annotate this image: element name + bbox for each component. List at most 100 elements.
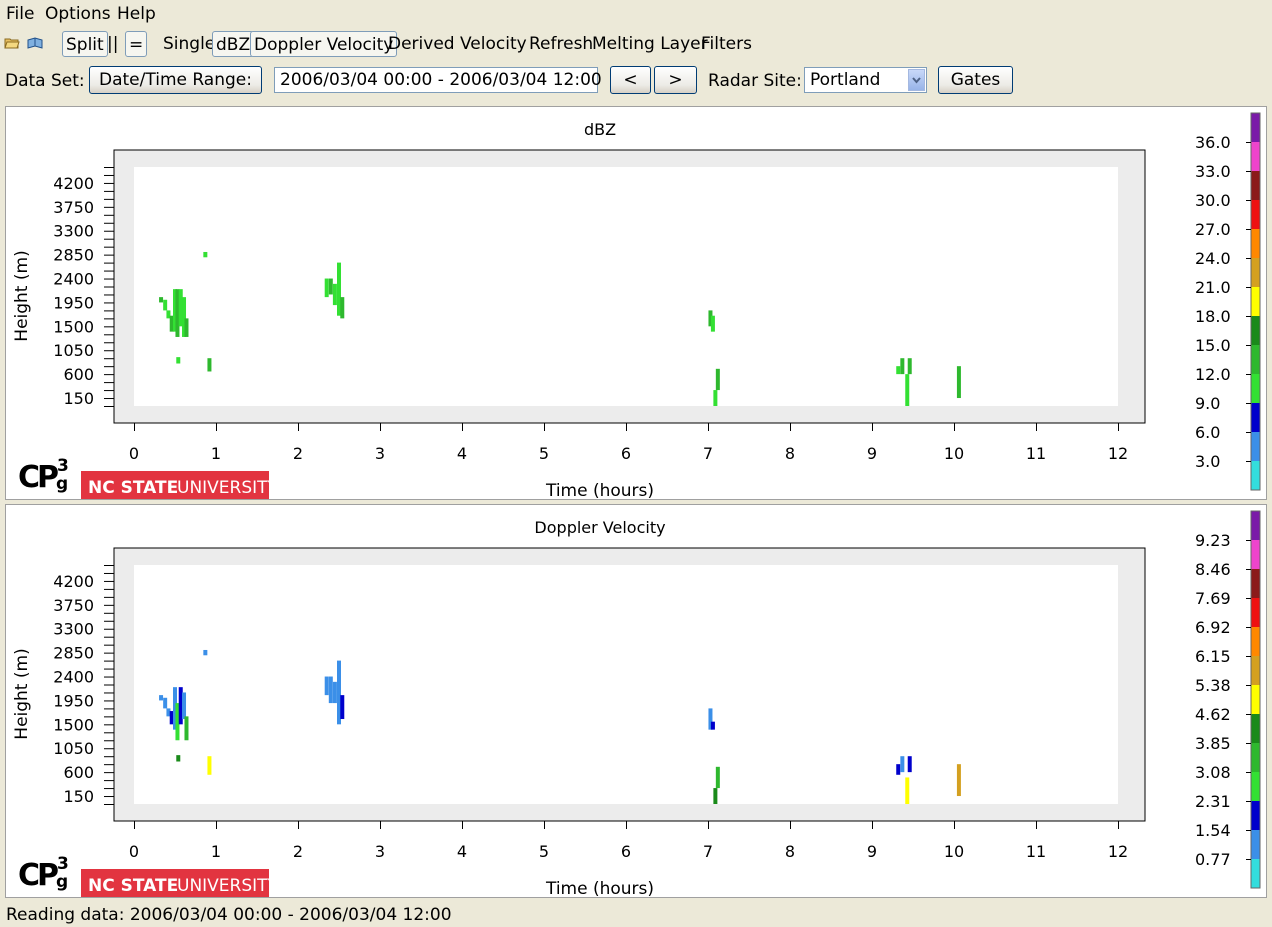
radar-site-select[interactable]: Portland — [804, 67, 927, 93]
data-cell — [900, 358, 905, 375]
split-button[interactable]: Split — [62, 31, 108, 57]
data-cell — [956, 366, 961, 399]
data-cell — [176, 755, 181, 762]
open-book-icon[interactable] — [27, 36, 43, 50]
open-folder-icon[interactable] — [4, 36, 20, 50]
data-cell — [715, 766, 720, 789]
colorbar-label: 2.31 — [1195, 792, 1231, 811]
stacked-button[interactable]: = — [125, 31, 148, 57]
data-cell — [896, 366, 901, 375]
y-tick-label: 600 — [63, 365, 94, 384]
colorbar-segment — [1251, 403, 1260, 432]
doppler-velocity-chart: Doppler Velocity150600105015001950240028… — [12, 510, 1261, 899]
ncsu-logo-university: UNIVERSITY — [177, 478, 279, 498]
x-tick-label: 11 — [1026, 842, 1046, 861]
y-tick-label: 2850 — [53, 644, 94, 663]
data-cell — [328, 676, 333, 704]
data-cell — [207, 756, 212, 775]
colorbar-label: 3.08 — [1195, 763, 1231, 782]
date-time-range-button[interactable]: Date/Time Range: — [89, 66, 262, 94]
x-tick-label: 0 — [129, 444, 139, 463]
y-axis-label: Height (m) — [12, 250, 32, 341]
colorbar-segment — [1251, 374, 1260, 403]
data-cell — [710, 315, 715, 332]
colorbar-label: 6.0 — [1195, 423, 1220, 442]
x-tick-label: 5 — [539, 842, 549, 861]
colorbar-segment — [1251, 772, 1260, 801]
colorbar-segment — [1251, 627, 1260, 656]
data-cell — [176, 357, 181, 364]
data-cell — [207, 358, 212, 372]
colorbar-segment — [1251, 801, 1260, 830]
colorbar-label: 36.0 — [1195, 133, 1231, 152]
previous-button[interactable]: < — [610, 66, 651, 94]
doppler-velocity-button[interactable]: Doppler Velocity — [250, 31, 398, 57]
x-tick-label: 0 — [129, 842, 139, 861]
x-tick-label: 4 — [457, 444, 467, 463]
data-cell — [332, 283, 337, 306]
y-tick-label: 1050 — [53, 739, 94, 758]
menu-options[interactable]: Options — [45, 4, 111, 24]
y-tick-label: 600 — [63, 763, 94, 782]
chevron-down-icon[interactable] — [908, 69, 925, 91]
colorbar-label: 0.77 — [1195, 850, 1231, 869]
y-tick-label: 3750 — [53, 198, 94, 217]
data-cell — [184, 716, 189, 741]
colorbar-segment — [1251, 569, 1260, 598]
refresh-button[interactable]: Refresh — [529, 31, 593, 57]
x-tick-label: 4 — [457, 842, 467, 861]
derived-velocity-button[interactable]: Derived Velocity — [388, 31, 527, 57]
x-tick-label: 3 — [375, 444, 385, 463]
colorbar-segment — [1251, 287, 1260, 316]
x-tick-label: 1 — [211, 444, 221, 463]
y-axis-label: Height (m) — [12, 648, 32, 739]
dbz-chart: dBZ1506001050150019502400285033003750420… — [12, 112, 1261, 501]
x-axis-label: Time (hours) — [545, 879, 654, 897]
colorbar-label: 1.54 — [1195, 821, 1231, 840]
data-cell — [182, 692, 187, 720]
gates-button[interactable]: Gates — [938, 66, 1013, 94]
colorbar-segment — [1251, 540, 1260, 569]
colorbar-label: 3.85 — [1195, 734, 1231, 753]
melting-layer-button[interactable]: Melting Layer — [592, 31, 708, 57]
colorbar-segment — [1251, 598, 1260, 627]
next-button[interactable]: > — [654, 66, 697, 94]
colorbar-segment — [1251, 685, 1260, 714]
x-tick-label: 2 — [293, 444, 303, 463]
y-tick-label: 1050 — [53, 341, 94, 360]
dbz-button[interactable]: dBZ — [212, 31, 255, 57]
plot-area — [134, 565, 1118, 804]
data-cell — [905, 374, 910, 406]
menu-file[interactable]: File — [6, 4, 34, 24]
data-cell — [896, 764, 901, 775]
radar-site-label: Radar Site: — [708, 71, 802, 91]
colorbar-label: 24.0 — [1195, 249, 1231, 268]
date-range-field[interactable]: 2006/03/04 00:00 - 2006/03/04 12:00 — [274, 67, 602, 93]
x-tick-label: 9 — [867, 842, 877, 861]
data-cell — [203, 649, 208, 656]
cp3g-logo-superscript: 3 — [57, 456, 69, 476]
menu-help[interactable]: Help — [117, 4, 156, 24]
x-tick-label: 10 — [944, 444, 964, 463]
side-by-side-button[interactable]: || — [107, 31, 118, 57]
data-cell — [159, 297, 164, 303]
single-button[interactable]: Single — [163, 31, 215, 57]
colorbar-label: 30.0 — [1195, 191, 1231, 210]
y-tick-label: 3300 — [53, 620, 94, 639]
filters-button[interactable]: Filters — [701, 31, 752, 57]
cp3g-logo-subscript: g — [56, 872, 68, 892]
status-bar: Reading data: 2006/03/04 00:00 - 2006/03… — [6, 905, 452, 925]
radar-site-value: Portland — [810, 70, 881, 90]
data-cell — [203, 251, 208, 258]
chart-title: dBZ — [584, 120, 616, 139]
colorbar-segment — [1251, 830, 1260, 859]
cp3g-logo-superscript: 3 — [57, 854, 69, 874]
x-tick-label: 10 — [944, 842, 964, 861]
plot-area — [134, 167, 1118, 406]
x-tick-label: 8 — [785, 444, 795, 463]
cp3g-logo: CP — [18, 858, 58, 893]
y-tick-label: 2400 — [53, 270, 94, 289]
data-cell — [340, 297, 345, 319]
y-tick-label: 4200 — [53, 174, 94, 193]
y-tick-label: 1500 — [53, 715, 94, 734]
